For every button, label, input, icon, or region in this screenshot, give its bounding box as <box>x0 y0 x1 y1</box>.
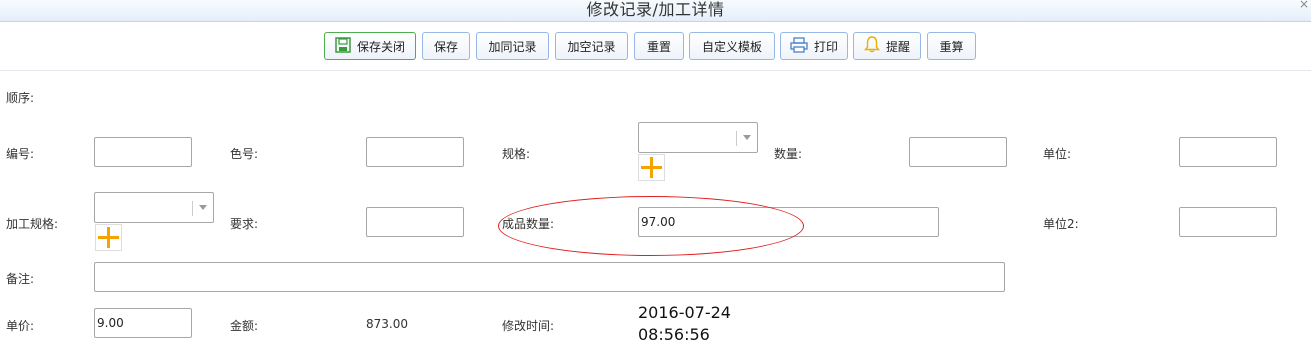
bell-icon <box>864 36 880 56</box>
save-close-label: 保存关闭 <box>356 39 405 54</box>
process-spec-label: 加工规格: <box>6 217 59 231</box>
save-button[interactable]: 保存 <box>422 32 470 60</box>
price-label: 单价: <box>6 319 35 333</box>
modified-time-value: 2016-07-24 08:56:56 <box>638 302 731 346</box>
save-close-button[interactable]: 保存关闭 <box>324 32 416 60</box>
unit2-input[interactable] <box>1179 207 1277 237</box>
remark-label: 备注: <box>6 272 35 286</box>
color-no-input[interactable] <box>366 137 464 167</box>
finished-qty-label: 成品数量: <box>502 217 555 231</box>
amount-label: 金额: <box>230 319 259 333</box>
unit2-label: 单位2: <box>1043 217 1079 231</box>
amount-value: 873.00 <box>366 317 408 331</box>
modified-time-label: 修改时间: <box>502 319 555 333</box>
window-title: 修改记录/加工详情 <box>586 0 725 19</box>
save-icon <box>335 36 351 56</box>
spec-select[interactable] <box>638 122 758 153</box>
print-button[interactable]: 打印 <box>780 32 848 60</box>
remark-input[interactable] <box>94 262 1005 292</box>
requirement-input[interactable] <box>366 207 464 237</box>
recalculate-button[interactable]: 重算 <box>927 32 976 60</box>
add-spec-plus-icon[interactable] <box>638 154 665 181</box>
add-same-record-label: 加同记录 <box>488 39 537 54</box>
add-empty-record-button[interactable]: 加空记录 <box>555 32 628 60</box>
quantity-input[interactable] <box>909 137 1007 167</box>
add-empty-record-label: 加空记录 <box>567 39 616 54</box>
chevron-down-icon[interactable] <box>199 205 207 210</box>
printer-icon <box>790 36 808 56</box>
number-input[interactable] <box>94 137 192 167</box>
reset-label: 重置 <box>646 39 671 54</box>
custom-template-button[interactable]: 自定义模板 <box>689 32 775 60</box>
modified-date: 2016-07-24 <box>638 303 731 322</box>
price-input[interactable]: 9.00 <box>94 308 192 338</box>
chevron-down-icon[interactable] <box>743 135 751 140</box>
add-process-spec-plus-icon[interactable] <box>95 224 122 251</box>
spec-label: 规格: <box>502 147 531 161</box>
unit-label: 单位: <box>1043 147 1072 161</box>
process-spec-select[interactable] <box>94 192 214 223</box>
modified-clock: 08:56:56 <box>638 325 710 344</box>
quantity-label: 数量: <box>774 147 803 161</box>
toolbar: 保存关闭 保存 加同记录 加空记录 重置 自定义模板 打印 提醒 重算 <box>0 22 1311 71</box>
reset-button[interactable]: 重置 <box>634 32 684 60</box>
spec-select-divider <box>736 131 737 146</box>
remind-button[interactable]: 提醒 <box>853 32 921 60</box>
recalculate-label: 重算 <box>939 39 964 54</box>
order-label: 顺序: <box>6 91 35 105</box>
unit-input[interactable] <box>1179 137 1277 167</box>
window-title-bar: 修改记录/加工详情 × <box>0 0 1311 22</box>
custom-template-label: 自定义模板 <box>701 39 762 54</box>
print-label: 打印 <box>813 39 838 54</box>
remind-label: 提醒 <box>885 39 910 54</box>
finished-qty-input[interactable]: 97.00 <box>638 207 939 237</box>
save-label: 保存 <box>433 39 458 54</box>
add-same-record-button[interactable]: 加同记录 <box>476 32 549 60</box>
requirement-label: 要求: <box>230 217 259 231</box>
color-no-label: 色号: <box>230 147 259 161</box>
close-icon[interactable]: × <box>1299 0 1309 11</box>
number-label: 编号: <box>6 147 35 161</box>
process-spec-select-divider <box>192 201 193 216</box>
